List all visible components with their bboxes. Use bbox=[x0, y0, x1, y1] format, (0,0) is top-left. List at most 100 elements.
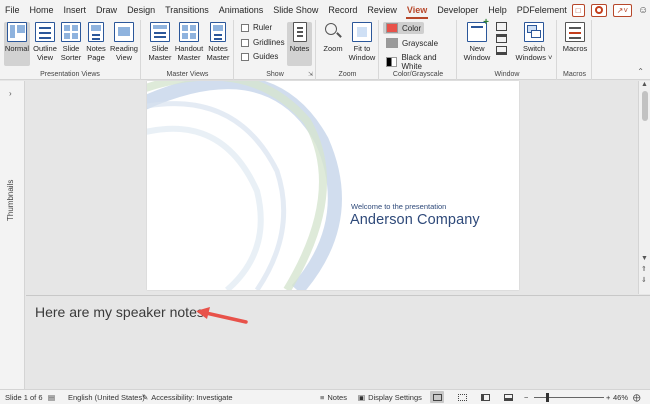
vertical-scrollbar[interactable]: ▲ ▼ ⇑ ⇓ bbox=[638, 81, 650, 294]
guides-checkbox[interactable]: Guides bbox=[241, 52, 278, 61]
slide-show-status-icon bbox=[503, 393, 513, 401]
tab-animations[interactable]: Animations bbox=[214, 0, 269, 20]
scroll-down-icon[interactable]: ▼ bbox=[641, 255, 648, 262]
slide-sorter-status-icon bbox=[457, 393, 467, 401]
tab-file[interactable]: File bbox=[0, 0, 25, 20]
tab-view[interactable]: View bbox=[402, 0, 432, 20]
reading-view-button[interactable]: Reading View bbox=[109, 22, 139, 62]
fit-slide-icon[interactable]: ⨁ bbox=[633, 393, 641, 402]
slide-sorter-icon bbox=[61, 22, 81, 42]
record-button[interactable] bbox=[590, 3, 607, 17]
next-slide-icon[interactable]: ⇓ bbox=[641, 276, 647, 284]
speaker-notes-pane[interactable]: Here are my speaker notes. bbox=[26, 295, 650, 389]
reading-view-status-button[interactable] bbox=[478, 391, 492, 403]
cascade-icon[interactable] bbox=[496, 34, 507, 43]
macros-button[interactable]: Macros bbox=[561, 22, 589, 53]
macros-icon bbox=[565, 22, 585, 42]
slide-counter[interactable]: Slide 1 of 6 bbox=[5, 393, 43, 402]
tab-slide-show[interactable]: Slide Show bbox=[268, 0, 323, 20]
black-and-white-option[interactable]: Black and White bbox=[386, 53, 456, 71]
notes-toggle-status[interactable]: ≡ Notes bbox=[320, 393, 347, 402]
group-label-master-views: Master Views bbox=[166, 71, 209, 78]
handout-master-button[interactable]: Handout Master bbox=[174, 22, 204, 62]
tab-design[interactable]: Design bbox=[122, 0, 160, 20]
tab-transitions[interactable]: Transitions bbox=[160, 0, 214, 20]
tab-insert[interactable]: Insert bbox=[59, 0, 92, 20]
move-split-icon[interactable] bbox=[496, 46, 507, 55]
record-icon bbox=[594, 6, 603, 14]
new-window-icon: + bbox=[467, 18, 489, 42]
previous-slide-icon[interactable]: ⇑ bbox=[641, 265, 647, 273]
slide-show-status-button[interactable] bbox=[501, 391, 515, 403]
group-macros: Macros Macros bbox=[558, 20, 592, 80]
collapse-ribbon-icon[interactable]: ⌃ bbox=[637, 67, 644, 76]
reading-view-icon bbox=[114, 22, 134, 42]
slide-canvas[interactable]: Welcome to the presentation Anderson Com… bbox=[147, 81, 519, 290]
group-window: + New Window Switch Windows ˅ Window bbox=[458, 18, 557, 80]
zoom-level[interactable]: 46% bbox=[613, 393, 628, 402]
fit-window-icon bbox=[352, 22, 372, 42]
display-settings-button[interactable]: ▣ Display Settings bbox=[358, 393, 422, 402]
ruler-checkbox[interactable]: Ruler bbox=[241, 23, 272, 32]
language-indicator[interactable]: English (United States) bbox=[68, 393, 145, 402]
scroll-thumb[interactable] bbox=[642, 91, 648, 121]
notes-master-icon bbox=[210, 22, 226, 42]
slide-title[interactable]: Anderson Company bbox=[350, 212, 480, 228]
spell-check-icon[interactable]: ▤ bbox=[48, 393, 55, 402]
color-option[interactable]: Color bbox=[383, 22, 425, 34]
grayscale-option[interactable]: Grayscale bbox=[386, 38, 438, 48]
normal-view-status-button[interactable] bbox=[430, 391, 444, 403]
menu-right-icons: □ ↗˅ ☺ bbox=[571, 3, 650, 17]
grayscale-swatch-icon bbox=[386, 38, 398, 48]
speaker-notes-text[interactable]: Here are my speaker notes. bbox=[35, 304, 208, 320]
zoom-out-icon[interactable]: − bbox=[524, 393, 528, 402]
normal-view-button[interactable]: Normal bbox=[4, 22, 30, 66]
slide-sorter-status-button[interactable] bbox=[455, 391, 469, 403]
tab-developer[interactable]: Developer bbox=[432, 0, 483, 20]
outline-view-button[interactable]: Outline View bbox=[32, 22, 58, 62]
switch-windows-button[interactable]: Switch Windows ˅ bbox=[514, 22, 554, 62]
group-label-window: Window bbox=[494, 71, 520, 78]
handout-master-icon bbox=[179, 22, 199, 42]
zoom-button[interactable]: Zoom bbox=[320, 22, 346, 53]
notes-master-button[interactable]: Notes Master bbox=[204, 22, 232, 62]
group-label-show: Show bbox=[266, 71, 284, 78]
group-master-views: Slide Master Handout Master Notes Master… bbox=[142, 20, 234, 80]
slide-master-button[interactable]: Slide Master bbox=[146, 22, 174, 62]
arrange-all-icon[interactable] bbox=[496, 22, 507, 31]
menu-bar: File Home Insert Draw Design Transitions… bbox=[0, 0, 650, 20]
zoom-in-icon[interactable]: + bbox=[606, 393, 610, 402]
comments-button[interactable]: □ bbox=[571, 3, 585, 17]
gridlines-checkbox[interactable]: Gridlines bbox=[241, 38, 285, 47]
tab-pdfelement[interactable]: PDFelement bbox=[512, 0, 572, 20]
reading-view-status-icon bbox=[480, 393, 490, 401]
zoom-slider-track[interactable] bbox=[534, 397, 604, 398]
share-button[interactable]: ↗˅ bbox=[612, 3, 633, 17]
tab-home[interactable]: Home bbox=[25, 0, 59, 20]
tab-draw[interactable]: Draw bbox=[91, 0, 122, 20]
slide-subtitle[interactable]: Welcome to the presentation bbox=[351, 202, 446, 211]
share-icon: ↗˅ bbox=[616, 5, 629, 15]
expand-thumbnails-icon[interactable]: › bbox=[9, 89, 12, 98]
zoom-slider-knob[interactable] bbox=[546, 393, 549, 402]
thumbnails-pane[interactable]: › Thumbnails bbox=[0, 81, 25, 389]
group-show: Ruler Gridlines Guides Notes Show ⇲ bbox=[235, 20, 316, 80]
annotation-arrow bbox=[196, 307, 248, 324]
notes-toggle-button[interactable]: Notes bbox=[287, 22, 312, 66]
display-icon: ▣ bbox=[358, 393, 366, 402]
dialog-launcher-icon[interactable]: ⇲ bbox=[308, 71, 313, 78]
slide-sorter-button[interactable]: Slide Sorter bbox=[59, 22, 83, 62]
notes-page-button[interactable]: Notes Page bbox=[84, 22, 108, 62]
fit-to-window-button[interactable]: Fit to Window bbox=[347, 22, 377, 62]
person-icon[interactable]: ☺ bbox=[638, 5, 648, 16]
scroll-up-icon[interactable]: ▲ bbox=[641, 81, 648, 88]
new-window-button[interactable]: + New Window bbox=[462, 18, 492, 63]
accessibility-status[interactable]: ✎ Accessibility: Investigate bbox=[142, 393, 233, 402]
color-swatch-icon bbox=[386, 23, 398, 33]
status-bar: Slide 1 of 6 ▤ English (United States) ✎… bbox=[0, 389, 650, 404]
outline-view-icon bbox=[35, 22, 55, 42]
tab-review[interactable]: Review bbox=[362, 0, 402, 20]
thumbnails-label: Thumbnails bbox=[6, 179, 15, 221]
tab-record[interactable]: Record bbox=[323, 0, 362, 20]
normal-view-status-icon bbox=[432, 393, 442, 401]
